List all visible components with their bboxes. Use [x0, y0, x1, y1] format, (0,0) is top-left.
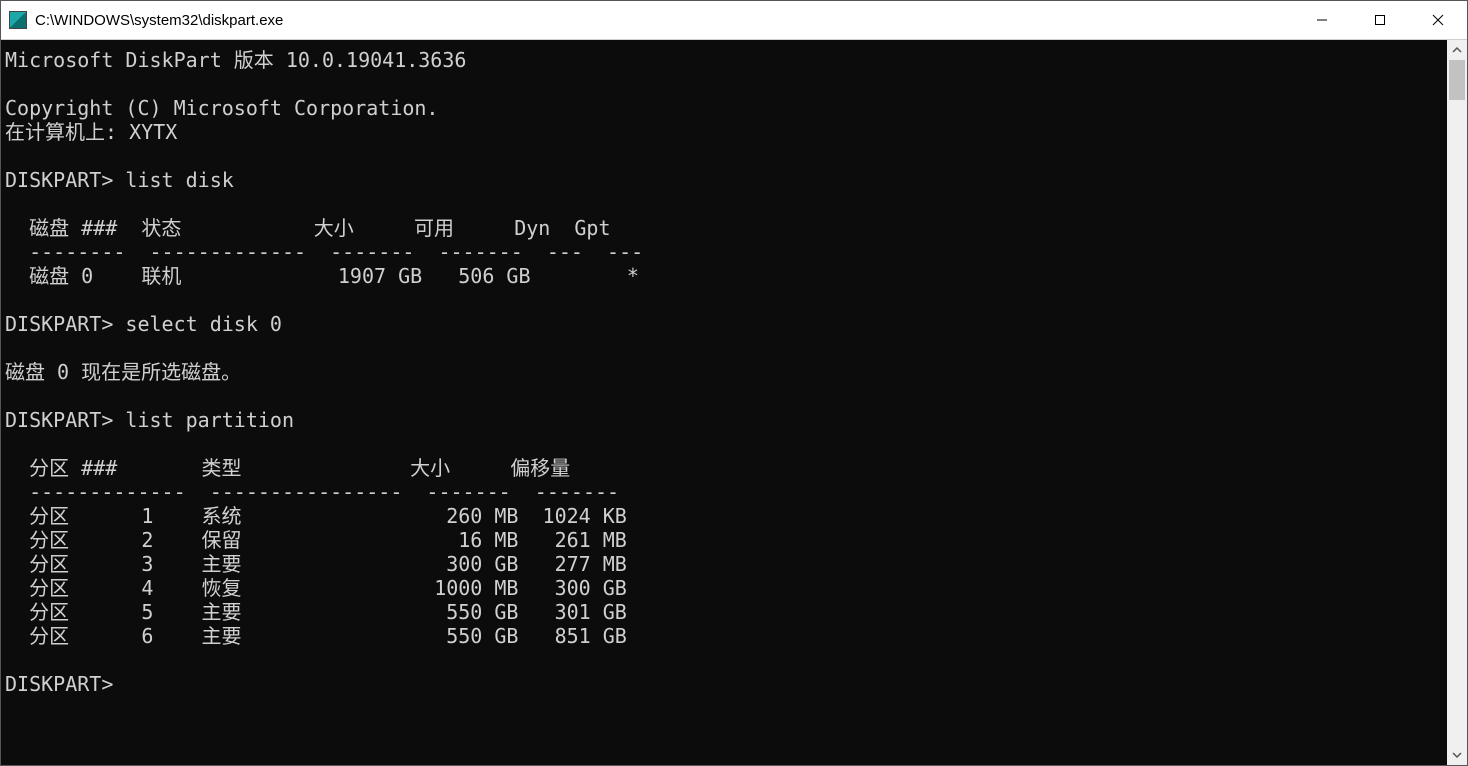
titlebar[interactable]: C:\WINDOWS\system32\diskpart.exe: [1, 1, 1467, 40]
client-area: Microsoft DiskPart 版本 10.0.19041.3636 Co…: [1, 40, 1467, 765]
vertical-scrollbar[interactable]: [1447, 40, 1467, 765]
window-buttons: [1293, 1, 1467, 39]
maximize-button[interactable]: [1351, 1, 1409, 39]
app-icon: [9, 11, 27, 29]
scroll-thumb[interactable]: [1449, 60, 1465, 100]
scroll-down-button[interactable]: [1447, 745, 1467, 765]
scroll-up-button[interactable]: [1447, 40, 1467, 60]
scroll-track[interactable]: [1447, 60, 1467, 745]
app-window: C:\WINDOWS\system32\diskpart.exe Microso…: [0, 0, 1468, 766]
minimize-button[interactable]: [1293, 1, 1351, 39]
terminal-output[interactable]: Microsoft DiskPart 版本 10.0.19041.3636 Co…: [1, 40, 1447, 765]
window-title: C:\WINDOWS\system32\diskpart.exe: [35, 12, 1293, 29]
close-button[interactable]: [1409, 1, 1467, 39]
